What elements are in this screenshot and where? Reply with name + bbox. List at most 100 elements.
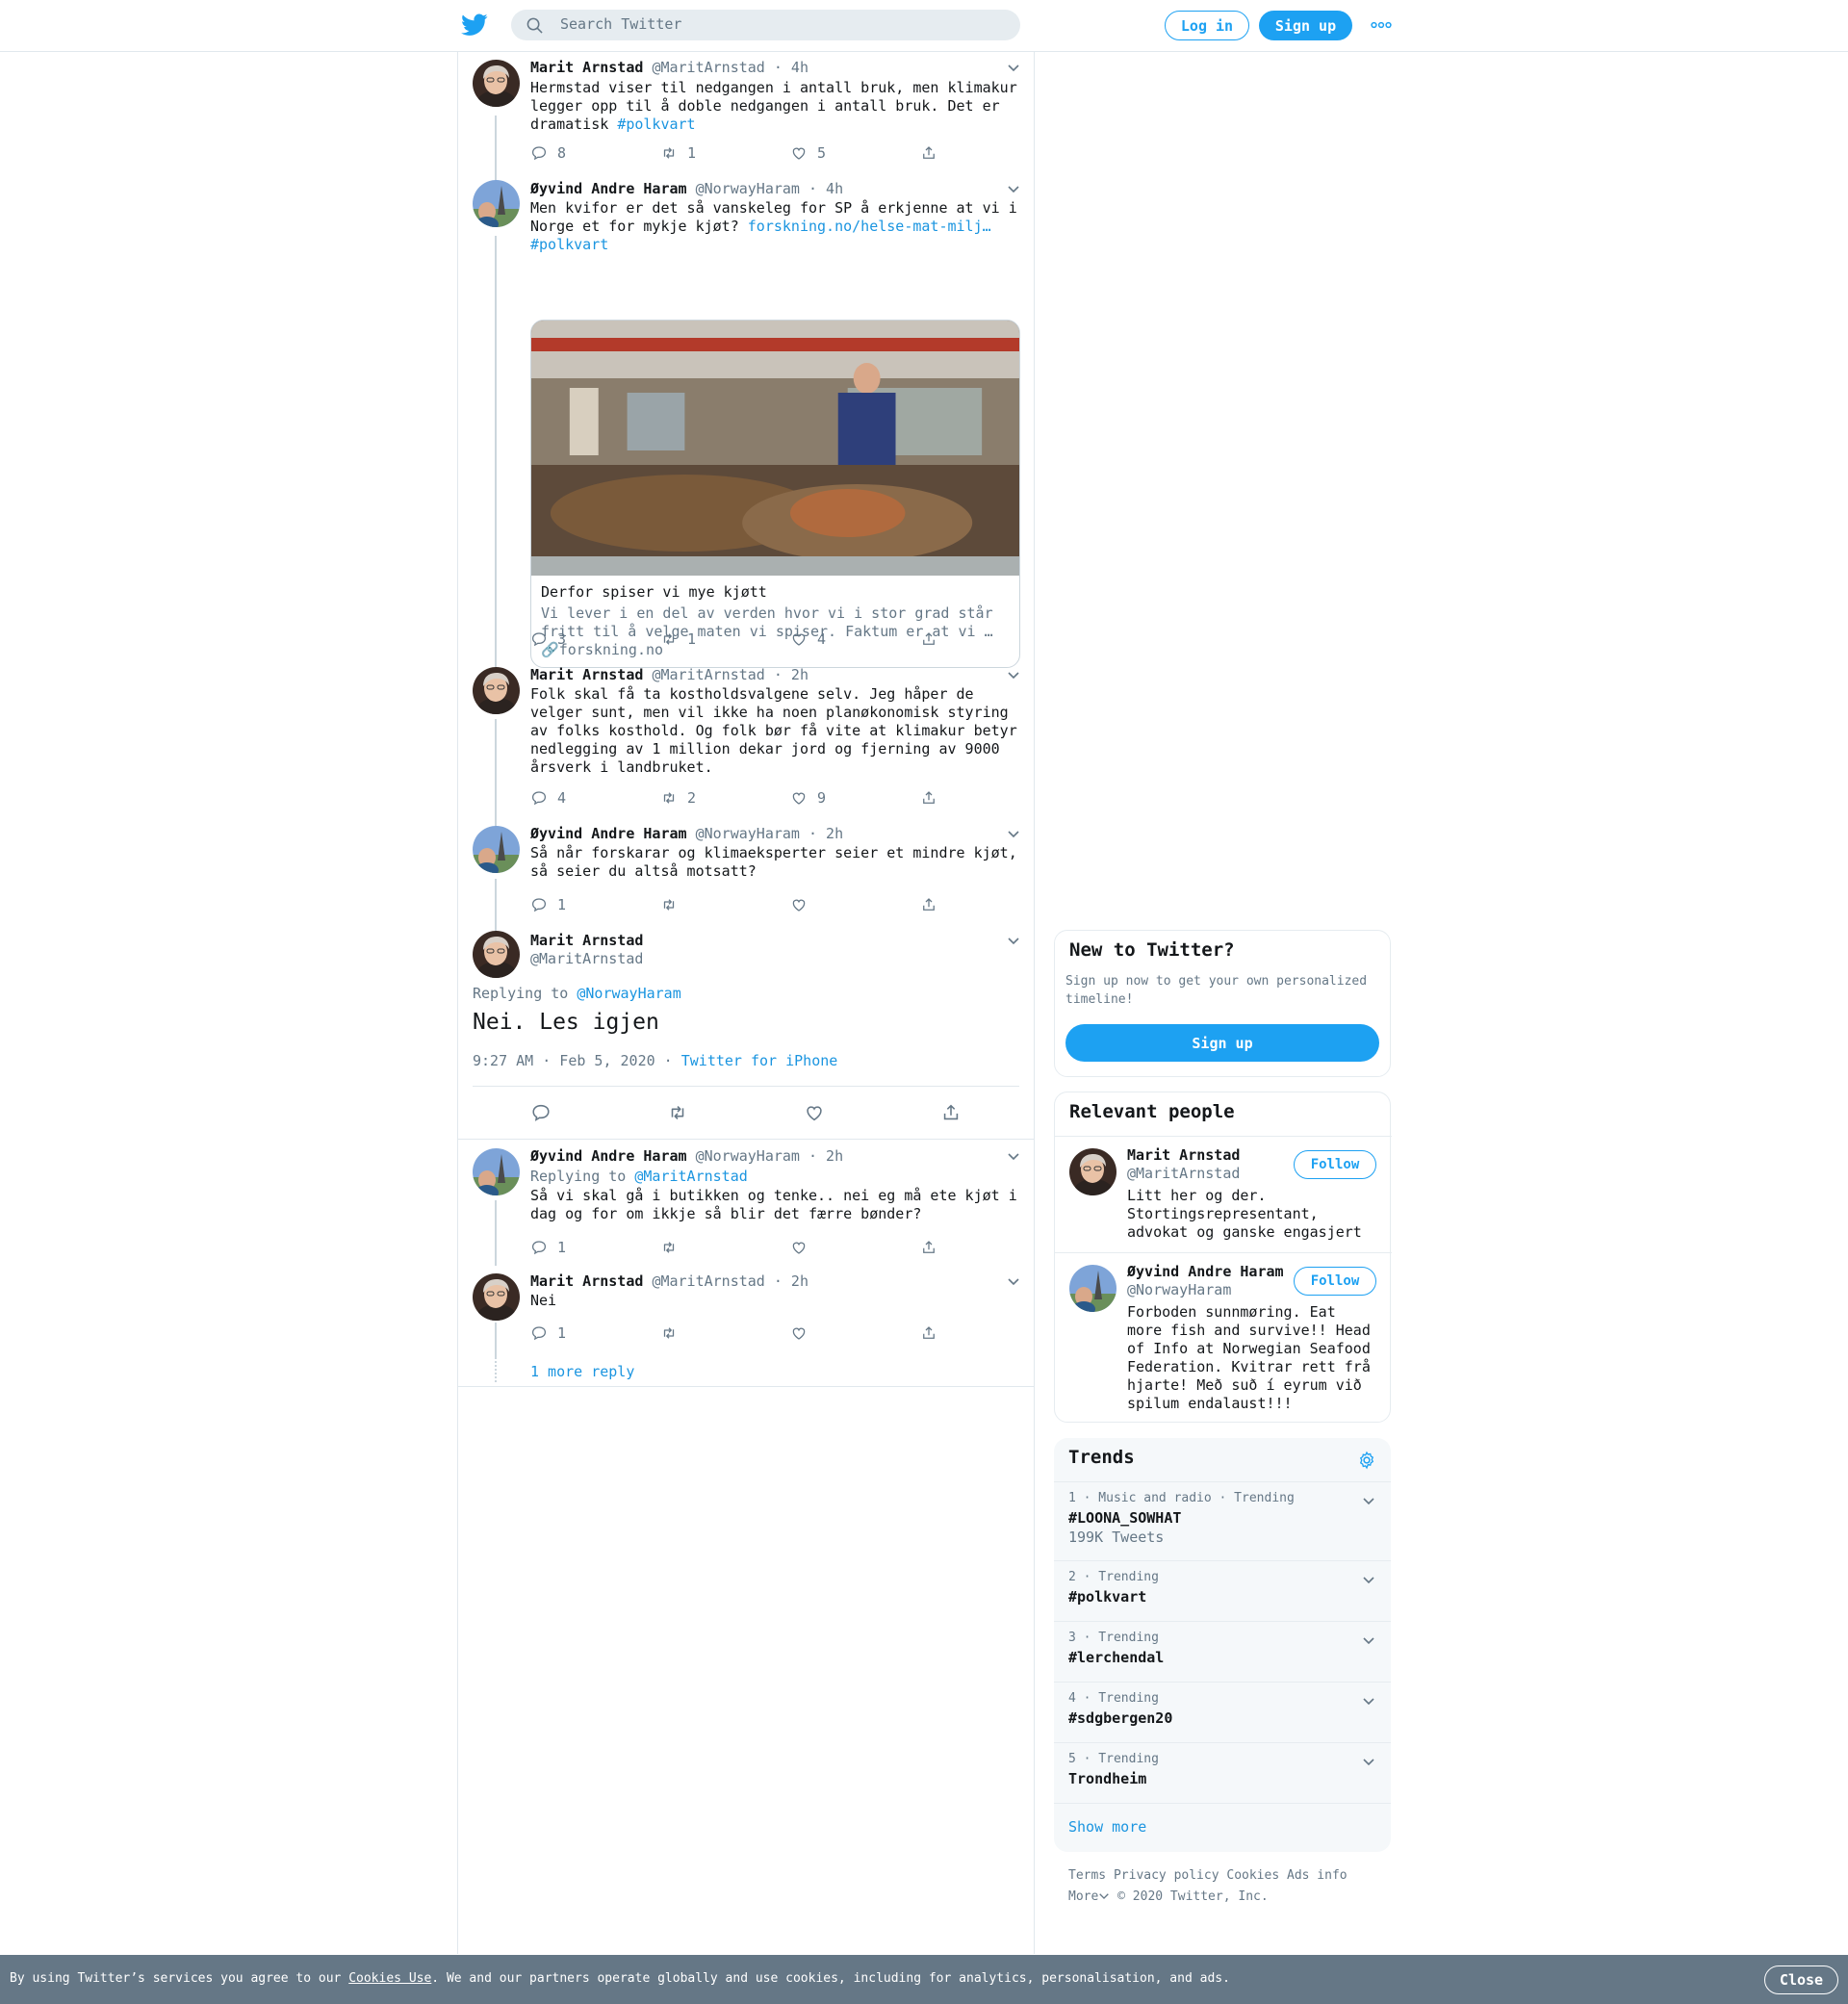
author-handle[interactable]: @NorwayHaram <box>696 1147 800 1165</box>
tweet-time[interactable]: · 4h <box>808 180 843 197</box>
person-handle[interactable]: @MaritArnstad <box>1127 1165 1240 1182</box>
show-more-row[interactable]: Show more <box>1054 1803 1391 1852</box>
retweet-button[interactable]: 2 <box>660 789 696 807</box>
trend-name[interactable]: #lerchendal <box>1068 1649 1164 1666</box>
like-button[interactable]: 5 <box>790 144 826 162</box>
hashtag-link[interactable]: #polkvart <box>530 236 608 253</box>
chevron-down-icon[interactable] <box>1007 1276 1020 1286</box>
reply-button[interactable] <box>530 1102 552 1123</box>
avatar[interactable] <box>473 180 520 227</box>
tweet-time[interactable]: · 2h <box>774 1272 808 1290</box>
author-name[interactable]: Marit Arnstad <box>530 932 643 949</box>
avatar[interactable] <box>473 667 520 714</box>
retweet-button[interactable] <box>660 896 687 913</box>
like-button[interactable] <box>790 1239 817 1256</box>
avatar[interactable] <box>473 931 520 978</box>
tweet[interactable]: Øyvind Andre Haram @NorwayHaram · 4h Men… <box>458 172 1034 668</box>
retweet-button[interactable] <box>660 1324 687 1342</box>
footer-more-button[interactable]: More <box>1068 1889 1110 1904</box>
trend-item[interactable]: 1 · Music and radio · Trending #LOONA_SO… <box>1054 1481 1391 1560</box>
author-name[interactable]: Øyvind Andre Haram <box>530 825 687 842</box>
reply-button[interactable]: 8 <box>530 144 566 162</box>
reply-button[interactable]: 4 <box>530 789 566 807</box>
footer-ads-link[interactable]: Ads info <box>1287 1868 1348 1883</box>
trend-name[interactable]: #sdgbergen20 <box>1068 1709 1172 1727</box>
chevron-down-icon[interactable] <box>1007 670 1020 680</box>
trend-item[interactable]: 4 · Trending #sdgbergen20 <box>1054 1682 1391 1742</box>
like-button[interactable] <box>790 896 817 913</box>
chevron-down-icon[interactable] <box>1007 936 1020 945</box>
person-handle[interactable]: @NorwayHaram <box>1127 1281 1231 1298</box>
trend-item[interactable]: 5 · Trending Trondheim <box>1054 1742 1391 1803</box>
share-button[interactable] <box>920 144 937 162</box>
avatar[interactable] <box>473 1273 520 1321</box>
tweet-time[interactable]: · 4h <box>774 59 808 76</box>
follow-button[interactable]: Follow <box>1294 1150 1376 1179</box>
tweet[interactable]: Marit Arnstad @MaritArnstad · 4h Hermsta… <box>458 52 1034 172</box>
url-link[interactable]: forskning.no/helse-mat-milj… <box>748 218 991 235</box>
replying-to-link[interactable]: @NorwayHaram <box>577 985 680 1002</box>
twitter-logo-icon[interactable] <box>461 13 488 37</box>
author-handle[interactable]: @MaritArnstad <box>652 1272 764 1290</box>
retweet-button[interactable]: 1 <box>660 144 696 162</box>
chevron-down-icon[interactable] <box>1007 1151 1020 1161</box>
like-button[interactable] <box>804 1102 825 1123</box>
author-handle[interactable]: @NorwayHaram <box>696 825 800 842</box>
cookies-use-link[interactable]: Cookies Use <box>348 1971 431 1986</box>
close-button[interactable]: Close <box>1764 1965 1838 1994</box>
avatar[interactable] <box>473 60 520 107</box>
show-more-link[interactable]: Show more <box>1068 1818 1146 1836</box>
tweet-timestamp[interactable]: 9:27 AM · Feb 5, 2020 · <box>473 1052 681 1069</box>
author-name[interactable]: Marit Arnstad <box>530 59 643 76</box>
like-button[interactable]: 9 <box>790 789 826 807</box>
footer-terms-link[interactable]: Terms <box>1068 1868 1106 1883</box>
retweet-button[interactable] <box>667 1102 688 1123</box>
chevron-down-icon[interactable] <box>1362 1575 1375 1584</box>
chevron-down-icon[interactable] <box>1362 1635 1375 1645</box>
link-card[interactable]: Derfor spiser vi mye kjøtt Vi lever i en… <box>530 320 1020 668</box>
trend-name[interactable]: #polkvart <box>1068 1588 1146 1606</box>
reply-button[interactable]: 1 <box>530 896 566 913</box>
avatar[interactable] <box>1069 1265 1116 1312</box>
settings-gear-icon[interactable] <box>1357 1451 1376 1470</box>
trend-name[interactable]: Trondheim <box>1068 1770 1146 1787</box>
chevron-down-icon[interactable] <box>1007 184 1020 193</box>
login-button[interactable]: Log in <box>1165 11 1249 40</box>
tweet-time[interactable]: · 2h <box>808 825 843 842</box>
retweet-button[interactable] <box>660 1239 687 1256</box>
tweet[interactable]: Marit Arnstad @MaritArnstad · 2h Folk sk… <box>458 658 1034 817</box>
avatar[interactable] <box>1069 1148 1116 1195</box>
author-handle[interactable]: @MaritArnstad <box>652 666 764 683</box>
share-button[interactable] <box>920 789 937 807</box>
person-name[interactable]: Marit Arnstad <box>1127 1146 1240 1164</box>
search-input[interactable]: Search Twitter <box>511 10 1020 40</box>
person-item[interactable]: Øyvind Andre Haram @NorwayHaram Follow F… <box>1055 1252 1392 1424</box>
tweet[interactable]: Øyvind Andre Haram @NorwayHaram · 2h Rep… <box>458 1140 1034 1265</box>
like-button[interactable]: 4 <box>790 630 826 648</box>
trend-item[interactable]: 3 · Trending #lerchendal <box>1054 1621 1391 1682</box>
person-name[interactable]: Øyvind Andre Haram <box>1127 1263 1284 1280</box>
author-name[interactable]: Marit Arnstad <box>530 666 643 683</box>
author-name[interactable]: Øyvind Andre Haram <box>530 180 687 197</box>
trend-item[interactable]: 2 · Trending #polkvart <box>1054 1560 1391 1621</box>
more-options-icon[interactable] <box>1371 21 1392 29</box>
reply-button[interactable]: 1 <box>530 1324 566 1342</box>
reply-button[interactable]: 3 <box>530 630 566 648</box>
sidebar-signup-button[interactable]: Sign up <box>1065 1024 1379 1062</box>
more-replies-link[interactable]: 1 more reply <box>530 1362 634 1381</box>
share-button[interactable] <box>920 1239 937 1256</box>
share-button[interactable] <box>920 630 937 648</box>
tweet-time[interactable]: · 2h <box>808 1147 843 1165</box>
share-button[interactable] <box>940 1102 962 1123</box>
tweet-source-link[interactable]: Twitter for iPhone <box>681 1052 838 1069</box>
like-button[interactable] <box>790 1324 817 1342</box>
follow-button[interactable]: Follow <box>1294 1267 1376 1296</box>
author-name[interactable]: Øyvind Andre Haram <box>530 1147 687 1165</box>
retweet-button[interactable]: 1 <box>660 630 696 648</box>
hashtag-link[interactable]: #polkvart <box>617 116 695 133</box>
share-button[interactable] <box>920 1324 937 1342</box>
tweet[interactable]: Øyvind Andre Haram @NorwayHaram · 2h Så … <box>458 817 1034 923</box>
author-handle[interactable]: @MaritArnstad <box>530 950 643 967</box>
tweet-time[interactable]: · 2h <box>774 666 808 683</box>
signup-button[interactable]: Sign up <box>1259 11 1352 40</box>
